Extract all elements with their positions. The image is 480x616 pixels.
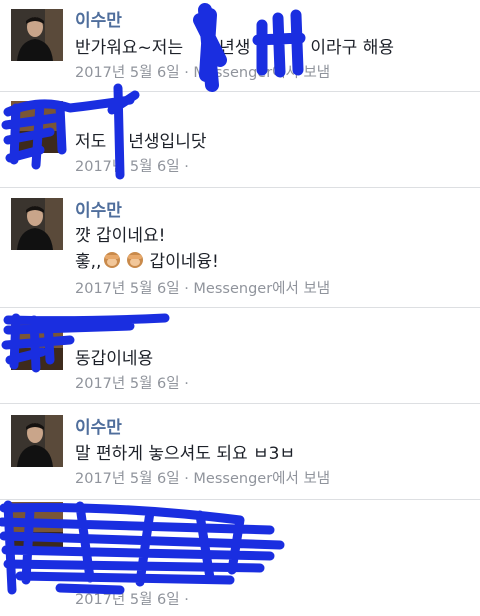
- message-timestamp: 2017년 5월 6일 ·: [75, 592, 189, 608]
- message-text: 홓,, 갑이네융!: [75, 247, 219, 274]
- sender-avatar[interactable]: [11, 101, 63, 153]
- sender-avatar[interactable]: [11, 502, 63, 554]
- sender-avatar[interactable]: [11, 9, 63, 61]
- message-4: 동갑이네용 2017년 5월 6일 ·: [0, 308, 480, 404]
- sender-name[interactable]: 이수만: [75, 196, 122, 221]
- message-text: 꺗 갑이네요!: [75, 226, 166, 246]
- message-text: 말 편하게 놓으셔도 되요 ㅂ3ㅂ: [75, 444, 296, 464]
- message-1: 이수만 반가워요~저는 년생 이라구 해용 2017년 5월 6일 · Messen…: [0, 0, 480, 92]
- sender-name[interactable]: 이수만: [75, 413, 122, 438]
- see-no-evil-monkey-icon: [101, 249, 149, 274]
- message-2: 저도 년생입니닷 2017년 5월 6일 ·: [0, 92, 480, 188]
- sender-avatar[interactable]: [11, 318, 63, 370]
- message-timestamp: 2017년 5월 6일 · Messenger에서 보냄: [75, 471, 331, 487]
- message-timestamp: 2017년 5월 6일 · Messenger에서 보냄: [75, 281, 331, 297]
- message-text: 동갑이네용: [75, 349, 154, 369]
- sender-name[interactable]: 이수만: [75, 6, 122, 31]
- message-text: 저도 년생입니닷: [75, 132, 207, 152]
- message-text: 반가워요~저는 년생 이라구 해용: [75, 38, 394, 58]
- sender-avatar[interactable]: [11, 198, 63, 250]
- message-timestamp: 2017년 5월 6일 ·: [75, 376, 189, 392]
- message-5: 이수만 말 편하게 놓으셔도 되요 ㅂ3ㅂ 2017년 5월 6일 · Mess…: [0, 404, 480, 500]
- sender-avatar[interactable]: [11, 415, 63, 467]
- message-timestamp: 2017년 5월 6일 ·: [75, 159, 189, 175]
- message-3: 이수만 꺗 갑이네요! 홓,, 갑이네융! 2017년 5월 6일 · Mess…: [0, 188, 480, 308]
- message-timestamp: 2017년 5월 6일 · Messenger에서 보냄: [75, 65, 331, 81]
- message-6: 2017년 5월 6일 ·: [0, 500, 480, 616]
